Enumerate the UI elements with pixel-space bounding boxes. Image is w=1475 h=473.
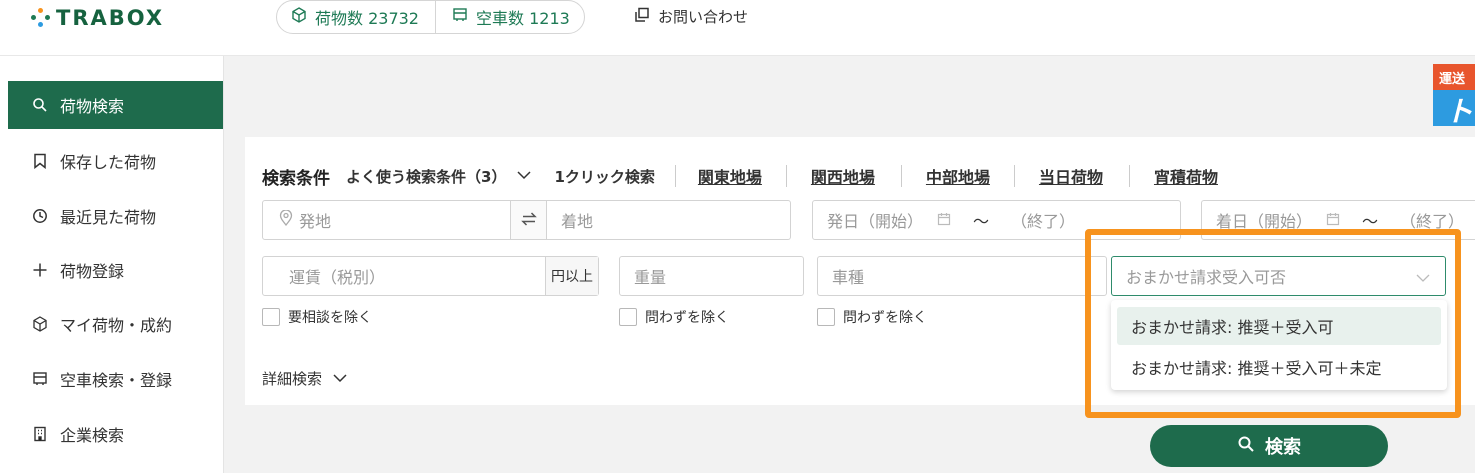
vehicle-type-placeholder: 車種 [832,268,865,287]
fare-suffix: 円以上 [545,257,598,295]
omakase-option-recommended-accept-undecided[interactable]: おまかせ請求: 推奨＋受入可＋未定 [1117,348,1441,386]
omakase-options-menu: おまかせ請求: 推奨＋受入可 おまかせ請求: 推奨＋受入可＋未定 [1111,300,1447,390]
divider [1128,165,1130,187]
trabox-logo[interactable]: TRABOX [30,4,164,32]
swap-button[interactable] [510,201,547,239]
origin-input[interactable]: 発地 [263,201,510,239]
sidebar-item-recent-cargo[interactable]: 最近見た荷物 [8,192,223,240]
quick-link-kanto[interactable]: 関東地場 [698,164,762,188]
truck-icon [452,7,468,27]
chevron-down-icon [332,370,348,388]
building-icon [30,426,50,442]
checkbox-label: 問わずを除く [645,310,729,326]
checkbox-exclude-weight-any[interactable]: 問わずを除く [619,307,729,327]
clock-icon [30,208,50,224]
divider [674,165,676,187]
quick-link-kansai[interactable]: 関西地場 [811,164,875,188]
plus-icon [30,262,50,278]
departure-end-placeholder: （終了） [1011,212,1076,231]
box-icon [291,7,307,27]
logo-text: TRABOX [56,6,165,30]
banner-top-text: 運送 [1433,64,1475,90]
date-range-tilde: 〜 [973,212,990,231]
truck-icon [30,371,50,387]
checkbox-box[interactable] [262,308,280,326]
one-click-label: 1クリック検索 [554,167,655,186]
origin-placeholder: 発地 [299,212,332,231]
origin-destination-group: 発地 着地 [262,200,791,240]
destination-input[interactable]: 着地 [547,201,790,239]
sidebar-item-cargo-register[interactable]: 荷物登録 [8,246,223,294]
omakase-select[interactable]: おまかせ請求受入可否 [1111,256,1446,296]
banner-glyph: ト [1445,95,1474,126]
search-icon [30,97,50,113]
sidebar-item-truck-search[interactable]: 空車検索・登録 [8,355,223,403]
search-button-label: 検索 [1265,437,1301,458]
sidebar-item-label: 空車検索・登録 [60,371,173,390]
search-icon [1237,435,1255,458]
contact-link[interactable]: お問い合わせ [634,6,748,27]
weight-input[interactable]: 重量 [619,256,804,296]
contact-label: お問い合わせ [658,8,749,26]
sidebar-item-label: 荷物検索 [60,97,125,116]
cargo-count[interactable]: 荷物数 23732 [291,5,419,29]
truck-count[interactable]: 空車数 1213 [452,5,570,29]
checkbox-box[interactable] [817,308,835,326]
chevron-down-icon[interactable] [516,167,532,185]
sidebar-item-saved-cargo[interactable]: 保存した荷物 [8,137,223,185]
sidebar-item-label: 最近見た荷物 [60,208,157,227]
detail-search-label: 詳細検索 [262,370,323,388]
vehicle-type-input[interactable]: 車種 [817,256,1107,296]
divider [900,165,902,187]
search-header-row: 検索条件 よく使う検索条件（3） 1クリック検索 関東地場 関西地場 中部地場 … [262,163,1218,189]
swap-icon [520,211,537,230]
checkbox-exclude-vehicle-any[interactable]: 問わずを除く [817,307,927,327]
divider [785,165,787,187]
detail-search-toggle[interactable]: 詳細検索 [262,368,348,389]
checkbox-label: 要相談を除く [288,310,372,326]
checkbox-box[interactable] [619,308,637,326]
cargo-count-label: 荷物数 23732 [315,9,419,28]
saved-conditions-dropdown[interactable]: よく使う検索条件（3） [346,166,506,187]
checkbox-exclude-negotiable[interactable]: 要相談を除く [262,307,372,327]
calendar-icon [1326,211,1340,230]
fare-placeholder: 運賃（税別） [289,268,386,287]
logo-mark-icon [30,7,52,29]
checkbox-label: 問わずを除く [843,310,927,326]
weight-placeholder: 重量 [634,268,667,287]
ad-banner[interactable]: 運送 ト [1433,64,1475,126]
fare-group: 運賃（税別） 円以上 [262,256,599,296]
sidebar-item-company-search[interactable]: 企業検索 [8,410,223,458]
search-title: 検索条件 [262,168,330,189]
bookmark-icon [30,153,50,169]
fare-input[interactable]: 運賃（税別） [263,257,545,295]
search-button[interactable]: 検索 [1150,425,1388,467]
stats-divider [435,0,436,34]
omakase-option-recommended-accept[interactable]: おまかせ請求: 推奨＋受入可 [1117,307,1441,345]
chevron-down-icon [1415,269,1431,288]
truck-count-label: 空車数 1213 [476,9,570,28]
sidebar-item-cargo-search[interactable]: 荷物検索 [8,81,223,129]
quick-link-same-day[interactable]: 当日荷物 [1039,164,1103,188]
sidebar-item-label: 保存した荷物 [60,153,157,172]
sidebar-item-label: マイ荷物・成約 [60,316,173,335]
divider [1013,165,1015,187]
omakase-placeholder: おまかせ請求受入可否 [1126,268,1287,287]
header: TRABOX 荷物数 23732 空車数 1213 お問い合わせ [0,0,1475,56]
sidebar-item-label: 荷物登録 [60,262,125,281]
quick-link-evening[interactable]: 宵積荷物 [1154,164,1218,188]
calendar-icon [937,211,951,230]
quick-link-chubu[interactable]: 中部地場 [926,164,990,188]
stats-pill: 荷物数 23732 空車数 1213 [276,0,585,34]
departure-start-placeholder: 発日（開始） [827,212,924,231]
destination-placeholder: 着地 [561,212,594,231]
location-pin-icon [279,209,293,230]
box-icon [30,316,50,332]
sidebar-item-label: 企業検索 [60,426,125,445]
sidebar-item-my-cargo[interactable]: マイ荷物・成約 [8,300,223,348]
external-link-icon [634,7,650,27]
